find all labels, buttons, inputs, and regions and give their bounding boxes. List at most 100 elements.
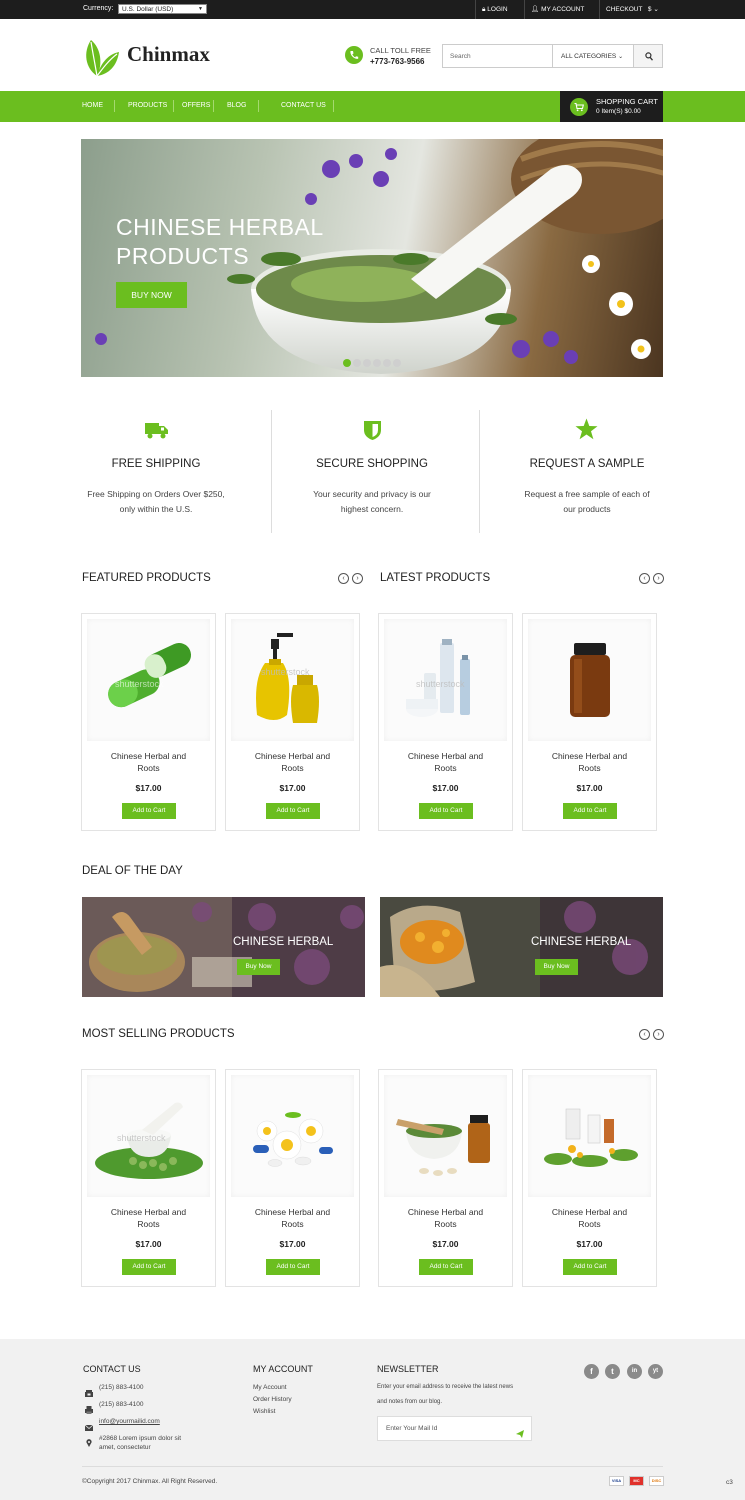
location-pin-icon bbox=[86, 1434, 92, 1452]
product-name[interactable]: Chinese Herbal and Roots bbox=[379, 750, 512, 774]
feature-title-request-sample: REQUEST A SAMPLE bbox=[529, 458, 645, 470]
search-button[interactable] bbox=[633, 44, 663, 68]
product-image-oil-bottles[interactable]: shutterstock bbox=[231, 619, 354, 741]
logo-text[interactable]: Chinmax bbox=[127, 42, 210, 67]
footer-email-link[interactable]: info@yourmailid.com bbox=[99, 1418, 160, 1425]
product-price: $17.00 bbox=[432, 1239, 459, 1249]
deal-banner[interactable]: CHINESE HERBAL Buy Now bbox=[82, 897, 365, 997]
search-input[interactable]: Search bbox=[442, 44, 553, 68]
currency-value: U.S. Dollar (USD) bbox=[122, 6, 174, 13]
cart-summary: 0 Item(S) $0.00 bbox=[596, 108, 641, 115]
currency-symbol: $ bbox=[647, 6, 652, 13]
footer-link-my-account[interactable]: My Account bbox=[253, 1384, 287, 1391]
product-image-chamomile-pills[interactable] bbox=[231, 1075, 354, 1197]
corner-text: c3 bbox=[726, 1479, 733, 1486]
footer-address-line: #2868 Lorem ipsum dolor sit bbox=[99, 1435, 182, 1442]
leaf-logo-icon[interactable] bbox=[79, 38, 119, 83]
category-select[interactable]: ALL CATEGORIES ⌄ bbox=[552, 44, 634, 68]
visa-icon: VISA bbox=[609, 1476, 624, 1486]
product-name[interactable]: Chinese Herbal and Roots bbox=[226, 750, 359, 774]
nav-item-contact-us[interactable]: CONTACT US bbox=[281, 102, 326, 109]
add-to-cart-button[interactable]: Add to Cart bbox=[419, 1259, 473, 1275]
chevron-down-icon: ⌄ bbox=[618, 54, 624, 60]
add-to-cart-button[interactable]: Add to Cart bbox=[266, 803, 320, 819]
watermark-text: shutterstock bbox=[416, 679, 465, 689]
product-image-capsule[interactable]: shutterstock bbox=[87, 619, 210, 741]
slider-dot[interactable] bbox=[353, 359, 361, 367]
product-image-amber-jar[interactable] bbox=[528, 619, 651, 741]
feature-text-line: Request a free sample of each of bbox=[524, 489, 650, 499]
product-image-mortar-bottle[interactable] bbox=[384, 1075, 507, 1197]
facebook-icon[interactable]: f bbox=[584, 1364, 599, 1379]
linkedin-icon[interactable]: in bbox=[627, 1364, 642, 1379]
product-card[interactable]: Chinese Herbal and Roots $17.00 Add to C… bbox=[225, 1069, 360, 1287]
product-image-mortar-pills[interactable]: shutterstock bbox=[87, 1075, 210, 1197]
slider-dot-active[interactable] bbox=[343, 359, 351, 367]
shopping-cart-button[interactable]: SHOPPING CART 0 Item(S) $0.00 bbox=[560, 91, 663, 122]
product-name[interactable]: Chinese Herbal and Roots bbox=[523, 1206, 656, 1230]
login-link[interactable]: 🔒︎ LOGIN bbox=[475, 0, 514, 19]
nav-item-blog[interactable]: BLOG bbox=[227, 102, 246, 109]
product-name[interactable]: Chinese Herbal and Roots bbox=[82, 750, 215, 774]
most-selling-next-arrow-icon[interactable]: › bbox=[653, 1029, 664, 1040]
slider-dot[interactable] bbox=[373, 359, 381, 367]
footer-link-order-history[interactable]: Order History bbox=[253, 1396, 292, 1403]
footer-divider bbox=[82, 1466, 663, 1467]
deal-banner[interactable]: CHINESE HERBAL Buy Now bbox=[380, 897, 663, 997]
add-to-cart-button[interactable]: Add to Cart bbox=[563, 803, 617, 819]
product-name[interactable]: Chinese Herbal and Roots bbox=[379, 1206, 512, 1230]
phone-number: +773-763-9566 bbox=[370, 57, 425, 66]
product-card[interactable]: shutterstock Chinese Herbal and Roots $1… bbox=[81, 613, 216, 831]
newsletter-description: Enter your email address to receive the … bbox=[377, 1384, 514, 1390]
nav-separator bbox=[173, 100, 174, 112]
product-card[interactable]: Chinese Herbal and Roots $17.00 Add to C… bbox=[522, 613, 657, 831]
slider-dot[interactable] bbox=[393, 359, 401, 367]
product-card[interactable]: Chinese Herbal and Roots $17.00 Add to C… bbox=[522, 1069, 657, 1287]
send-icon[interactable] bbox=[516, 1425, 524, 1443]
product-image-cosmetics[interactable]: shutterstock bbox=[384, 619, 507, 741]
my-account-link[interactable]: 👤︎ MY ACCOUNT bbox=[524, 0, 599, 19]
most-selling-prev-arrow-icon[interactable]: ‹ bbox=[639, 1029, 650, 1040]
latest-prev-arrow-icon[interactable]: ‹ bbox=[639, 573, 650, 584]
feature-text-line: Free Shipping on Orders Over $250, bbox=[87, 489, 225, 499]
newsletter-email-input[interactable]: Enter Your Mail Id bbox=[377, 1416, 532, 1441]
nav-item-offers[interactable]: OFFERS bbox=[182, 102, 210, 109]
slider-dot[interactable] bbox=[383, 359, 391, 367]
product-name[interactable]: Chinese Herbal and Roots bbox=[82, 1206, 215, 1230]
product-image-herb-bottles[interactable] bbox=[528, 1075, 651, 1197]
hero-title-line1: CHINESE HERBAL bbox=[116, 214, 324, 240]
product-name[interactable]: Chinese Herbal and Roots bbox=[226, 1206, 359, 1230]
deal-buy-now-button[interactable]: Buy Now bbox=[535, 959, 578, 975]
product-card[interactable]: shutterstock Chinese Herbal and Roots $1… bbox=[225, 613, 360, 831]
deal-buy-now-button[interactable]: Buy Now bbox=[237, 959, 280, 975]
add-to-cart-button[interactable]: Add to Cart bbox=[419, 803, 473, 819]
deal-of-the-day-title: DEAL OF THE DAY bbox=[82, 865, 183, 877]
currency-select[interactable]: U.S. Dollar (USD) ▼ bbox=[118, 4, 207, 14]
product-card[interactable]: shutterstock Chinese Herbal and Roots $1… bbox=[81, 1069, 216, 1287]
checkout-link[interactable]: CHECKOUT $ ⌄ bbox=[599, 0, 671, 19]
featured-prev-arrow-icon[interactable]: ‹ bbox=[338, 573, 349, 584]
add-to-cart-button[interactable]: Add to Cart bbox=[266, 1259, 320, 1275]
latest-next-arrow-icon[interactable]: › bbox=[653, 573, 664, 584]
footer-link-wishlist[interactable]: Wishlist bbox=[253, 1408, 275, 1415]
product-card[interactable]: shutterstock Chinese Herbal and Roots $1… bbox=[378, 613, 513, 831]
slider-dot[interactable] bbox=[363, 359, 371, 367]
nav-separator bbox=[258, 100, 259, 112]
product-card[interactable]: Chinese Herbal and Roots $17.00 Add to C… bbox=[378, 1069, 513, 1287]
watermark-text: shutterstock bbox=[261, 667, 310, 677]
footer-contact-title: CONTACT US bbox=[83, 1364, 141, 1374]
twitter-icon[interactable]: t bbox=[605, 1364, 620, 1379]
copyright-text: ©Copyright 2017 Chinmax. All Right Reser… bbox=[82, 1478, 218, 1485]
nav-item-home[interactable]: HOME bbox=[82, 102, 103, 109]
add-to-cart-button[interactable]: Add to Cart bbox=[122, 803, 176, 819]
add-to-cart-button[interactable]: Add to Cart bbox=[122, 1259, 176, 1275]
featured-next-arrow-icon[interactable]: › bbox=[352, 573, 363, 584]
product-name[interactable]: Chinese Herbal and Roots bbox=[523, 750, 656, 774]
nav-item-products[interactable]: PRODUCTS bbox=[128, 102, 167, 109]
fax-icon bbox=[85, 1401, 93, 1419]
add-to-cart-button[interactable]: Add to Cart bbox=[563, 1259, 617, 1275]
top-bar: Currency: U.S. Dollar (USD) ▼ 🔒︎ LOGIN 👤… bbox=[0, 0, 745, 19]
youtube-icon[interactable]: yt bbox=[648, 1364, 663, 1379]
hero-buy-now-button[interactable]: BUY NOW bbox=[116, 282, 187, 308]
newsletter-description: and notes from our blog. bbox=[377, 1399, 443, 1405]
